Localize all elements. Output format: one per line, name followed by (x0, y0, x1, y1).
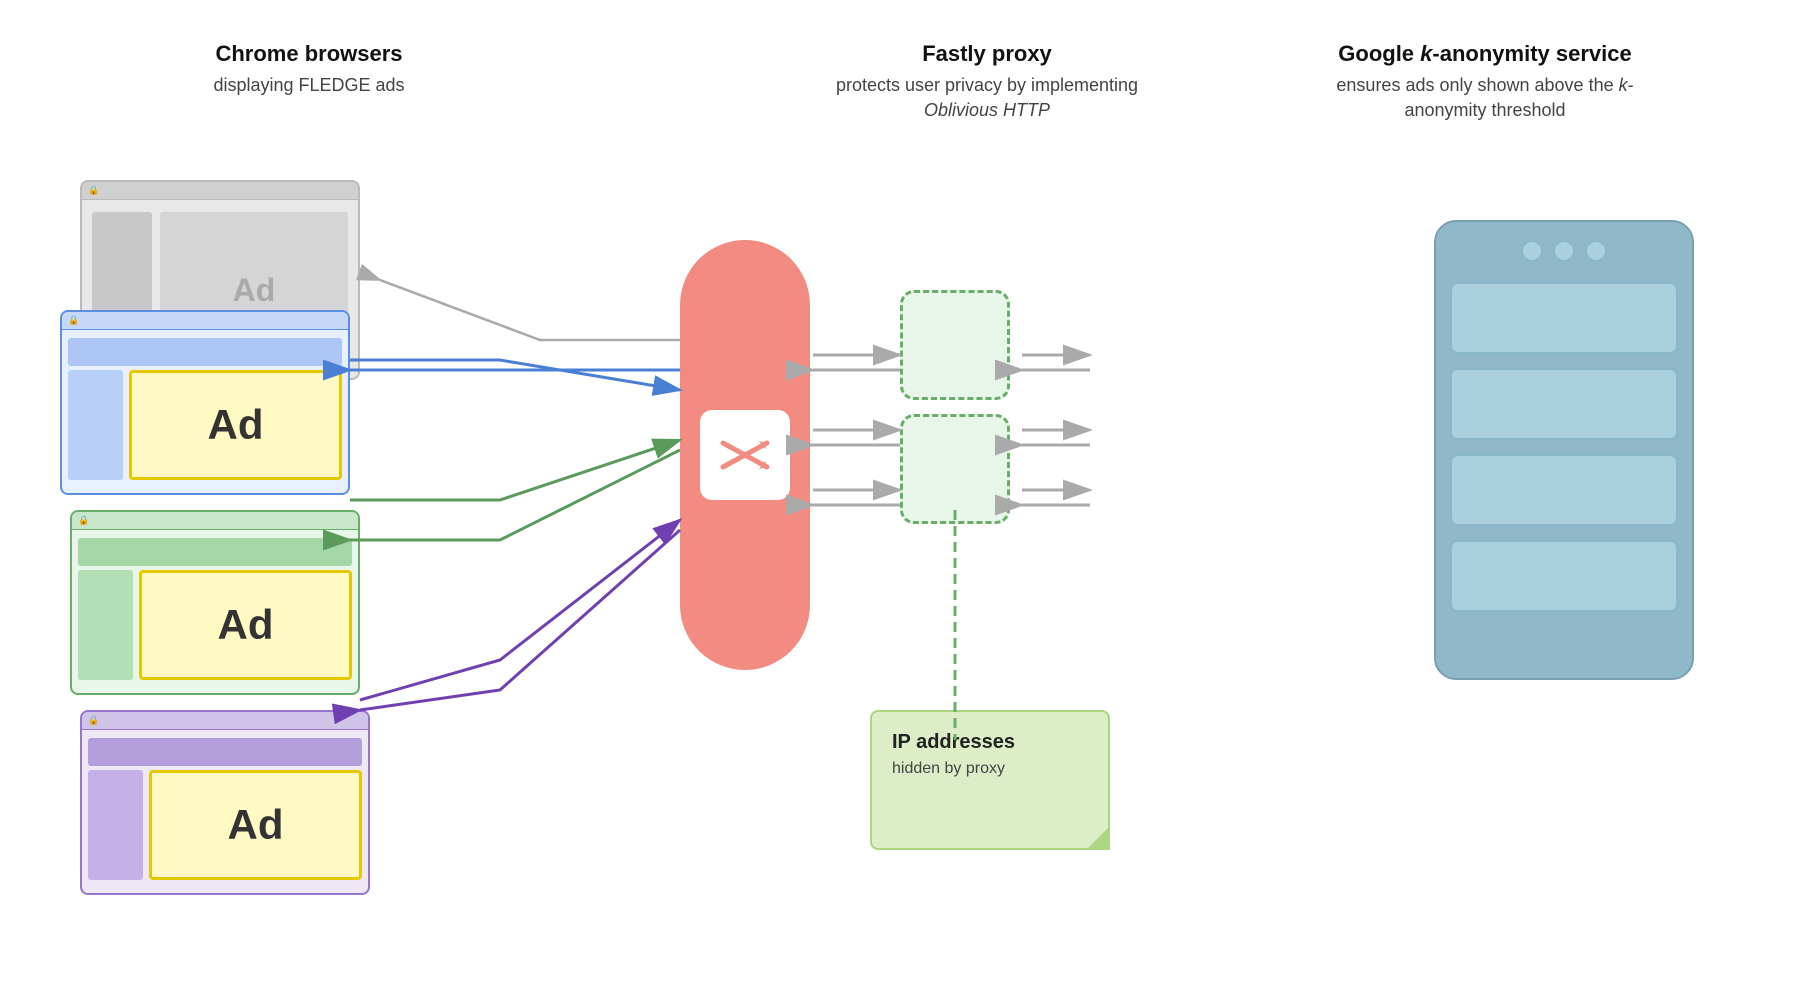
ip-title: IP addresses (892, 730, 1088, 754)
server-dot-3 (1585, 240, 1607, 262)
header-col-chrome: Chrome browsers displaying FLEDGE ads (149, 40, 469, 98)
server-row-1 (1450, 282, 1678, 354)
server-row-4 (1450, 540, 1678, 612)
dashed-connector-svg (940, 510, 970, 740)
google-subtitle: ensures ads only shown above the k-anony… (1325, 73, 1645, 123)
blue-lock-icon: 🔒 (68, 315, 79, 326)
purple-sidebar (88, 770, 143, 880)
green-ad-label: Ad (218, 601, 274, 649)
k-anonymity-server (1434, 220, 1694, 680)
kanon-relay (900, 290, 1020, 538)
gray-ad-label: Ad (233, 272, 276, 309)
green-header-bar (78, 538, 352, 566)
gray-lock-icon: 🔒 (88, 185, 99, 196)
header-col-google: Google k-anonymity service ensures ads o… (1325, 40, 1645, 123)
gray-titlebar: 🔒 (82, 182, 358, 200)
header-col-fastly: Fastly proxy protects user privacy by im… (827, 40, 1147, 123)
purple-body: Ad (88, 770, 362, 880)
green-content: Ad (72, 534, 358, 693)
blue-sidebar (68, 370, 123, 480)
server-row-3 (1450, 454, 1678, 526)
green-sidebar (78, 570, 133, 680)
green-titlebar: 🔒 (72, 512, 358, 530)
fastly-proxy-pill (680, 240, 810, 670)
blue-header-bar (68, 338, 342, 366)
chrome-subtitle: displaying FLEDGE ads (149, 73, 469, 98)
purple-header-bar (88, 738, 362, 766)
server-dots (1450, 240, 1678, 262)
proxy-icon-box (700, 410, 790, 500)
google-title: Google k-anonymity service (1325, 40, 1645, 69)
diagram-container: Chrome browsers displaying FLEDGE ads Fa… (0, 0, 1794, 1006)
fastly-title: Fastly proxy (827, 40, 1147, 69)
browser-green: 🔒 Ad (70, 510, 360, 695)
blue-titlebar: 🔒 (62, 312, 348, 330)
green-lock-icon: 🔒 (78, 515, 89, 526)
server-dot-2 (1553, 240, 1575, 262)
blue-content: Ad (62, 334, 348, 493)
relay-box-bottom (900, 414, 1010, 524)
relay-box-top (900, 290, 1010, 400)
chrome-title: Chrome browsers (149, 40, 469, 69)
blue-ad-label: Ad (208, 401, 264, 449)
ip-addresses-box: IP addresses hidden by proxy (870, 710, 1110, 850)
purple-lock-icon: 🔒 (88, 715, 99, 726)
browser-blue: 🔒 Ad (60, 310, 350, 495)
purple-titlebar: 🔒 (82, 712, 368, 730)
green-body: Ad (78, 570, 352, 680)
ip-subtitle: hidden by proxy (892, 760, 1088, 778)
header-section: Chrome browsers displaying FLEDGE ads Fa… (0, 40, 1794, 123)
blue-body: Ad (68, 370, 342, 480)
purple-ad-label: Ad (228, 801, 284, 849)
server-row-2 (1450, 368, 1678, 440)
purple-content: Ad (82, 734, 368, 893)
browser-purple: 🔒 Ad (80, 710, 370, 895)
shuffle-icon (715, 425, 775, 485)
server-dot-1 (1521, 240, 1543, 262)
green-ad-box: Ad (139, 570, 352, 680)
purple-ad-box: Ad (149, 770, 362, 880)
blue-ad-box: Ad (129, 370, 342, 480)
fastly-subtitle: protects user privacy by implementing Ob… (827, 73, 1147, 123)
